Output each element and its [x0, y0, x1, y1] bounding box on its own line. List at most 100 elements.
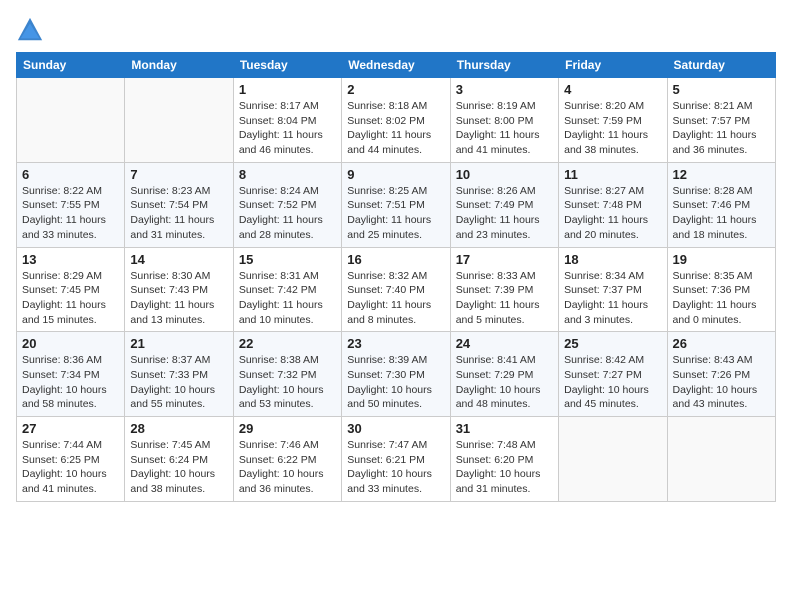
- calendar-cell: 16 Sunrise: 8:32 AM Sunset: 7:40 PM Dayli…: [342, 247, 450, 332]
- calendar-cell: 7 Sunrise: 8:23 AM Sunset: 7:54 PM Daylig…: [125, 162, 233, 247]
- calendar-cell: 15 Sunrise: 8:31 AM Sunset: 7:42 PM Dayli…: [233, 247, 341, 332]
- calendar-cell: 25 Sunrise: 8:42 AM Sunset: 7:27 PM Dayli…: [559, 332, 667, 417]
- day-info: Sunrise: 8:18 AM Sunset: 8:02 PM Dayligh…: [347, 99, 444, 158]
- day-number: 29: [239, 421, 336, 436]
- calendar-cell: [559, 417, 667, 502]
- calendar-cell: 24 Sunrise: 8:41 AM Sunset: 7:29 PM Dayli…: [450, 332, 558, 417]
- day-info: Sunrise: 8:30 AM Sunset: 7:43 PM Dayligh…: [130, 269, 227, 328]
- day-number: 16: [347, 252, 444, 267]
- day-of-week-header: Saturday: [667, 53, 775, 78]
- day-number: 15: [239, 252, 336, 267]
- day-number: 14: [130, 252, 227, 267]
- calendar-cell: 5 Sunrise: 8:21 AM Sunset: 7:57 PM Daylig…: [667, 78, 775, 163]
- day-info: Sunrise: 8:37 AM Sunset: 7:33 PM Dayligh…: [130, 353, 227, 412]
- day-number: 12: [673, 167, 770, 182]
- calendar-cell: 10Sunrise: 8:26 AM Sunset: 7:49 PM Dayli…: [450, 162, 558, 247]
- calendar-week-row: 20 Sunrise: 8:36 AM Sunset: 7:34 PM Dayli…: [17, 332, 776, 417]
- day-info: Sunrise: 7:46 AM Sunset: 6:22 PM Dayligh…: [239, 438, 336, 497]
- day-number: 7: [130, 167, 227, 182]
- calendar-header: SundayMondayTuesdayWednesdayThursdayFrid…: [17, 53, 776, 78]
- calendar-cell: 26Sunrise: 8:43 AM Sunset: 7:26 PM Dayli…: [667, 332, 775, 417]
- day-info: Sunrise: 8:17 AM Sunset: 8:04 PM Dayligh…: [239, 99, 336, 158]
- calendar-cell: 12 Sunrise: 8:28 AM Sunset: 7:46 PM Dayli…: [667, 162, 775, 247]
- day-of-week-header: Sunday: [17, 53, 125, 78]
- day-info: Sunrise: 8:42 AM Sunset: 7:27 PM Dayligh…: [564, 353, 661, 412]
- day-number: 26: [673, 336, 770, 351]
- day-number: 9: [347, 167, 444, 182]
- day-number: 23: [347, 336, 444, 351]
- calendar-cell: 27Sunrise: 7:44 AM Sunset: 6:25 PM Dayli…: [17, 417, 125, 502]
- day-info: Sunrise: 8:29 AM Sunset: 7:45 PM Dayligh…: [22, 269, 119, 328]
- day-number: 1: [239, 82, 336, 97]
- day-info: Sunrise: 7:45 AM Sunset: 6:24 PM Dayligh…: [130, 438, 227, 497]
- day-info: Sunrise: 8:35 AM Sunset: 7:36 PM Dayligh…: [673, 269, 770, 328]
- day-info: Sunrise: 8:19 AM Sunset: 8:00 PM Dayligh…: [456, 99, 553, 158]
- day-info: Sunrise: 8:38 AM Sunset: 7:32 PM Dayligh…: [239, 353, 336, 412]
- calendar-body: 1 Sunrise: 8:17 AM Sunset: 8:04 PM Daylig…: [17, 78, 776, 502]
- day-info: Sunrise: 7:48 AM Sunset: 6:20 PM Dayligh…: [456, 438, 553, 497]
- calendar-cell: 21 Sunrise: 8:37 AM Sunset: 7:33 PM Dayli…: [125, 332, 233, 417]
- day-info: Sunrise: 8:33 AM Sunset: 7:39 PM Dayligh…: [456, 269, 553, 328]
- day-number: 25: [564, 336, 661, 351]
- day-info: Sunrise: 8:24 AM Sunset: 7:52 PM Dayligh…: [239, 184, 336, 243]
- calendar-cell: [17, 78, 125, 163]
- day-info: Sunrise: 7:47 AM Sunset: 6:21 PM Dayligh…: [347, 438, 444, 497]
- calendar-cell: 31Sunrise: 7:48 AM Sunset: 6:20 PM Dayli…: [450, 417, 558, 502]
- day-info: Sunrise: 8:39 AM Sunset: 7:30 PM Dayligh…: [347, 353, 444, 412]
- day-info: Sunrise: 8:20 AM Sunset: 7:59 PM Dayligh…: [564, 99, 661, 158]
- day-number: 6: [22, 167, 119, 182]
- calendar-cell: 4 Sunrise: 8:20 AM Sunset: 7:59 PM Daylig…: [559, 78, 667, 163]
- day-info: Sunrise: 8:25 AM Sunset: 7:51 PM Dayligh…: [347, 184, 444, 243]
- day-info: Sunrise: 8:28 AM Sunset: 7:46 PM Dayligh…: [673, 184, 770, 243]
- logo: [16, 16, 48, 44]
- day-number: 18: [564, 252, 661, 267]
- calendar-cell: [125, 78, 233, 163]
- day-info: Sunrise: 8:32 AM Sunset: 7:40 PM Dayligh…: [347, 269, 444, 328]
- logo-icon: [16, 16, 44, 44]
- day-number: 10: [456, 167, 553, 182]
- calendar-cell: 9 Sunrise: 8:25 AM Sunset: 7:51 PM Daylig…: [342, 162, 450, 247]
- calendar-cell: 17 Sunrise: 8:33 AM Sunset: 7:39 PM Dayli…: [450, 247, 558, 332]
- calendar-cell: [667, 417, 775, 502]
- day-of-week-header: Thursday: [450, 53, 558, 78]
- day-number: 4: [564, 82, 661, 97]
- page-header: [16, 16, 776, 44]
- calendar-week-row: 13Sunrise: 8:29 AM Sunset: 7:45 PM Dayli…: [17, 247, 776, 332]
- day-info: Sunrise: 8:23 AM Sunset: 7:54 PM Dayligh…: [130, 184, 227, 243]
- day-number: 21: [130, 336, 227, 351]
- day-number: 5: [673, 82, 770, 97]
- day-info: Sunrise: 8:27 AM Sunset: 7:48 PM Dayligh…: [564, 184, 661, 243]
- day-of-week-header: Monday: [125, 53, 233, 78]
- day-number: 2: [347, 82, 444, 97]
- calendar-cell: 11 Sunrise: 8:27 AM Sunset: 7:48 PM Dayli…: [559, 162, 667, 247]
- day-number: 22: [239, 336, 336, 351]
- day-number: 24: [456, 336, 553, 351]
- day-info: Sunrise: 8:31 AM Sunset: 7:42 PM Dayligh…: [239, 269, 336, 328]
- day-info: Sunrise: 8:36 AM Sunset: 7:34 PM Dayligh…: [22, 353, 119, 412]
- day-number: 8: [239, 167, 336, 182]
- day-of-week-header: Tuesday: [233, 53, 341, 78]
- calendar-cell: 2 Sunrise: 8:18 AM Sunset: 8:02 PM Daylig…: [342, 78, 450, 163]
- calendar-table: SundayMondayTuesdayWednesdayThursdayFrid…: [16, 52, 776, 502]
- calendar-cell: 1 Sunrise: 8:17 AM Sunset: 8:04 PM Daylig…: [233, 78, 341, 163]
- day-number: 11: [564, 167, 661, 182]
- day-info: Sunrise: 7:44 AM Sunset: 6:25 PM Dayligh…: [22, 438, 119, 497]
- calendar-cell: 28 Sunrise: 7:45 AM Sunset: 6:24 PM Dayli…: [125, 417, 233, 502]
- calendar-cell: 14 Sunrise: 8:30 AM Sunset: 7:43 PM Dayli…: [125, 247, 233, 332]
- calendar-week-row: 27Sunrise: 7:44 AM Sunset: 6:25 PM Dayli…: [17, 417, 776, 502]
- calendar-cell: 23 Sunrise: 8:39 AM Sunset: 7:30 PM Dayli…: [342, 332, 450, 417]
- day-info: Sunrise: 8:41 AM Sunset: 7:29 PM Dayligh…: [456, 353, 553, 412]
- calendar-cell: 19Sunrise: 8:35 AM Sunset: 7:36 PM Dayli…: [667, 247, 775, 332]
- day-info: Sunrise: 8:22 AM Sunset: 7:55 PM Dayligh…: [22, 184, 119, 243]
- calendar-cell: 30 Sunrise: 7:47 AM Sunset: 6:21 PM Dayli…: [342, 417, 450, 502]
- day-number: 17: [456, 252, 553, 267]
- calendar-cell: 13Sunrise: 8:29 AM Sunset: 7:45 PM Dayli…: [17, 247, 125, 332]
- calendar-cell: 6 Sunrise: 8:22 AM Sunset: 7:55 PM Daylig…: [17, 162, 125, 247]
- day-number: 30: [347, 421, 444, 436]
- calendar-week-row: 6 Sunrise: 8:22 AM Sunset: 7:55 PM Daylig…: [17, 162, 776, 247]
- calendar-cell: 20 Sunrise: 8:36 AM Sunset: 7:34 PM Dayli…: [17, 332, 125, 417]
- day-number: 20: [22, 336, 119, 351]
- calendar-cell: 3Sunrise: 8:19 AM Sunset: 8:00 PM Daylig…: [450, 78, 558, 163]
- day-info: Sunrise: 8:21 AM Sunset: 7:57 PM Dayligh…: [673, 99, 770, 158]
- day-number: 28: [130, 421, 227, 436]
